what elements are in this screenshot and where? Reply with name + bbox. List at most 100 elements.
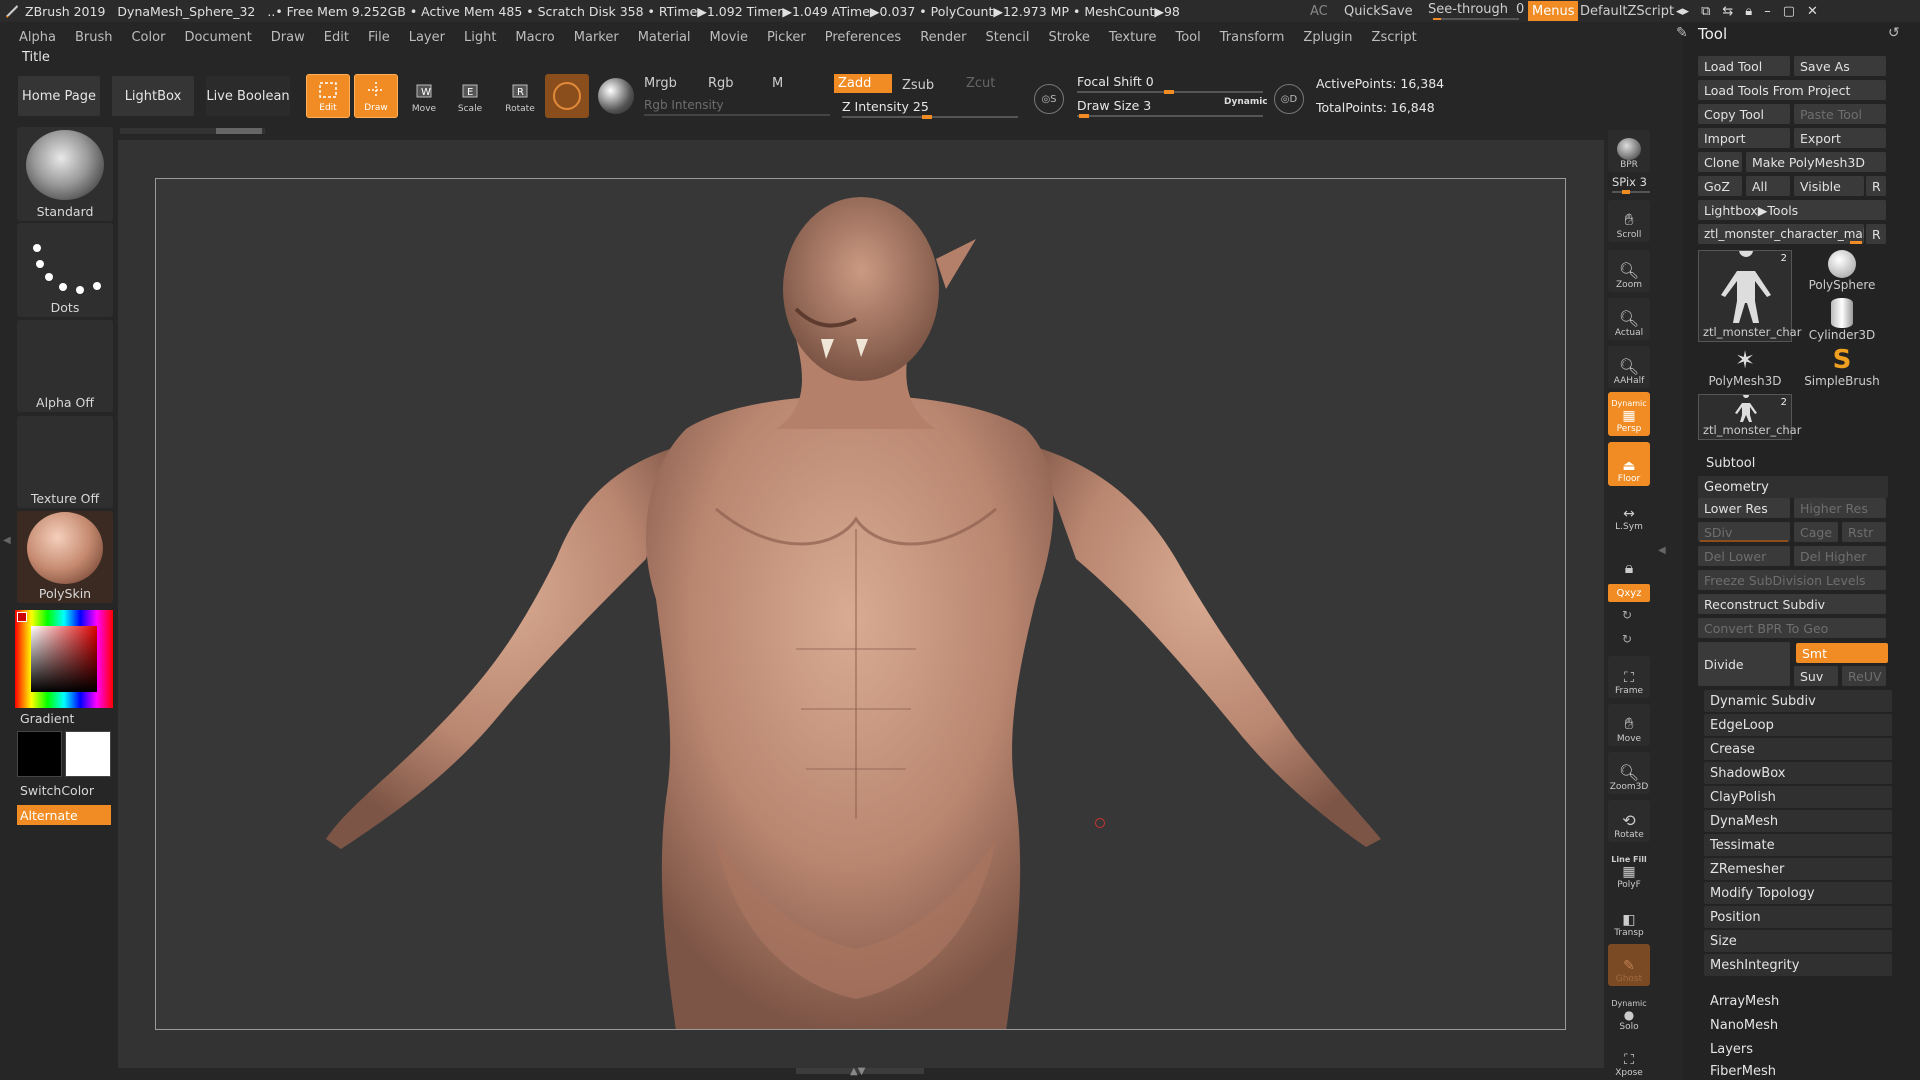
draw-size-slider[interactable]: Draw Size 3: [1077, 98, 1151, 113]
draw-mode-button[interactable]: Draw: [354, 74, 398, 118]
zsub-button[interactable]: Zsub: [902, 78, 934, 93]
import-button[interactable]: Import: [1698, 128, 1790, 148]
xpose-button[interactable]: ⛶ Xpose: [1608, 1038, 1650, 1080]
suv-toggle[interactable]: Suv: [1794, 666, 1838, 686]
ghost-button[interactable]: ✎ Ghost: [1608, 944, 1650, 986]
menu-file[interactable]: File: [368, 30, 390, 45]
higher-res-button[interactable]: Higher Res: [1794, 498, 1886, 518]
move-mode-button[interactable]: W Move: [402, 74, 446, 118]
goz-visible-button[interactable]: Visible: [1794, 176, 1864, 196]
menu-color[interactable]: Color: [131, 30, 165, 45]
tool-thumb-simplebrush[interactable]: S SimpleBrush: [1796, 346, 1888, 392]
menu-brush[interactable]: Brush: [75, 30, 113, 45]
menu-macro[interactable]: Macro: [515, 30, 554, 45]
dynamic-d-icon[interactable]: ◎D: [1274, 84, 1304, 114]
home-page-button[interactable]: Home Page: [18, 76, 100, 116]
clone-button[interactable]: Clone: [1698, 152, 1742, 172]
rotate-y-icon[interactable]: ↻: [1622, 608, 1632, 622]
scroll-button[interactable]: ✋︎ Scroll: [1608, 200, 1650, 242]
menu-layer[interactable]: Layer: [409, 30, 445, 45]
lock-icon[interactable]: 🔒︎: [1745, 4, 1752, 19]
copy-tool-button[interactable]: Copy Tool: [1698, 104, 1790, 124]
document-scrollbar[interactable]: [120, 128, 265, 134]
tool-palette-pin-icon[interactable]: ✎: [1676, 25, 1688, 41]
menu-stroke[interactable]: Stroke: [1048, 30, 1089, 45]
layout-icon[interactable]: ⧉: [1701, 4, 1710, 19]
size-section[interactable]: Size: [1704, 930, 1892, 952]
minimize-icon[interactable]: –: [1764, 4, 1771, 19]
menu-zscript[interactable]: Zscript: [1372, 30, 1417, 45]
solo-button[interactable]: Dynamic ● Solo: [1608, 990, 1650, 1034]
shadowbox-section[interactable]: ShadowBox: [1704, 762, 1892, 784]
position-section[interactable]: Position: [1704, 906, 1892, 928]
menu-marker[interactable]: Marker: [574, 30, 619, 45]
dynamic-subdiv-section[interactable]: Dynamic Subdiv: [1704, 690, 1892, 712]
tool-thumb-monster-1[interactable]: 2 ztl_monster_char: [1698, 243, 1801, 342]
claypolish-section[interactable]: ClayPolish: [1704, 786, 1892, 808]
transp-button[interactable]: ◧ Transp: [1608, 898, 1650, 940]
zoom3d-button[interactable]: 🔍︎ Zoom3D: [1608, 752, 1650, 794]
modify-topology-section[interactable]: Modify Topology: [1704, 882, 1892, 904]
frame-button[interactable]: ⛶ Frame: [1608, 656, 1650, 698]
del-higher-button[interactable]: Del Higher: [1794, 546, 1886, 566]
mrgb-button[interactable]: Mrgb: [644, 76, 677, 91]
cage-button[interactable]: Cage: [1794, 522, 1838, 542]
rstr-button[interactable]: Rstr: [1842, 522, 1886, 542]
edgeloop-section[interactable]: EdgeLoop: [1704, 714, 1892, 736]
orc-character-model[interactable]: [156, 179, 1566, 1030]
convert-bpr-button[interactable]: Convert BPR To Geo: [1698, 618, 1886, 638]
current-tool-slider[interactable]: ztl_monster_character_male_: [1698, 224, 1864, 244]
export-button[interactable]: Export: [1794, 128, 1886, 148]
polyf-button[interactable]: Line Fill ▦ PolyF: [1608, 848, 1650, 892]
tool-thumb-cylinder3d[interactable]: Cylinder3D: [1796, 298, 1888, 344]
goz-button[interactable]: GoZ: [1698, 176, 1742, 196]
tool-thumb-monster-2[interactable]: 2 ztl_monster_char: [1698, 392, 1801, 440]
lsym-button[interactable]: ↔ L.Sym: [1608, 492, 1650, 534]
geometry-section[interactable]: Geometry: [1698, 476, 1888, 498]
current-tool-r-button[interactable]: R: [1866, 224, 1886, 244]
menu-texture[interactable]: Texture: [1109, 30, 1157, 45]
floor-button[interactable]: ⏏︎ Floor: [1608, 442, 1650, 486]
menus-toggle[interactable]: Menus: [1528, 1, 1579, 21]
default-zscript-button[interactable]: DefaultZScript: [1580, 0, 1674, 22]
menu-material[interactable]: Material: [638, 30, 691, 45]
brush-selector[interactable]: Standard: [17, 127, 113, 221]
divide-button[interactable]: Divide: [1698, 642, 1790, 686]
goz-r-button[interactable]: R: [1866, 176, 1886, 196]
aahalf-button[interactable]: 🔍︎ AAHalf: [1608, 346, 1650, 388]
bpr-button[interactable]: BPR: [1608, 130, 1650, 172]
lock-button[interactable]: 🔒︎: [1608, 538, 1650, 580]
move-view-button[interactable]: ✋︎ Move: [1608, 704, 1650, 746]
load-tools-from-project-button[interactable]: Load Tools From Project: [1698, 80, 1886, 100]
menu-render[interactable]: Render: [920, 30, 966, 45]
gradient-label[interactable]: Gradient: [20, 711, 74, 726]
close-icon[interactable]: ✕: [1807, 4, 1818, 19]
xyz-symmetry-button[interactable]: Qxyz: [1608, 584, 1650, 602]
right-collapse-arrow-icon[interactable]: ◀: [1658, 545, 1666, 556]
lightbox-button[interactable]: LightBox: [112, 76, 194, 116]
sdiv-slider[interactable]: SDiv: [1698, 522, 1790, 542]
arraymesh-section[interactable]: ArrayMesh: [1704, 990, 1892, 1012]
rotate-mode-button[interactable]: R Rotate: [498, 74, 542, 118]
tool-palette-reset-icon[interactable]: ↺: [1888, 25, 1900, 41]
live-boolean-button[interactable]: Live Boolean: [206, 76, 290, 116]
tool-palette-title[interactable]: Tool: [1698, 25, 1727, 43]
del-lower-button[interactable]: Del Lower: [1698, 546, 1790, 566]
reconstruct-subdiv-button[interactable]: Reconstruct Subdiv: [1698, 594, 1886, 614]
switch-color-button[interactable]: SwitchColor: [20, 783, 94, 798]
zcut-button[interactable]: Zcut: [966, 76, 995, 91]
rotate-view-button[interactable]: ⟲ Rotate: [1608, 800, 1650, 842]
rotate-z-icon[interactable]: ↻: [1622, 632, 1632, 646]
secondary-color-swatch[interactable]: [65, 731, 111, 777]
maximize-icon[interactable]: ▢: [1783, 4, 1795, 19]
m-button[interactable]: M: [772, 76, 783, 91]
menu-light[interactable]: Light: [464, 30, 496, 45]
reuv-button[interactable]: ReUV: [1842, 666, 1886, 686]
tessimate-section[interactable]: Tessimate: [1704, 834, 1892, 856]
z-intensity-slider[interactable]: Z Intensity 25: [842, 99, 929, 114]
menu-edit[interactable]: Edit: [324, 30, 349, 45]
spix-slider[interactable]: SPix 3: [1612, 175, 1647, 189]
zoom-button[interactable]: 🔍︎ Zoom: [1608, 250, 1650, 292]
focal-shift-slider[interactable]: Focal Shift 0: [1077, 74, 1154, 89]
stroke-selector[interactable]: Dots: [17, 223, 113, 317]
